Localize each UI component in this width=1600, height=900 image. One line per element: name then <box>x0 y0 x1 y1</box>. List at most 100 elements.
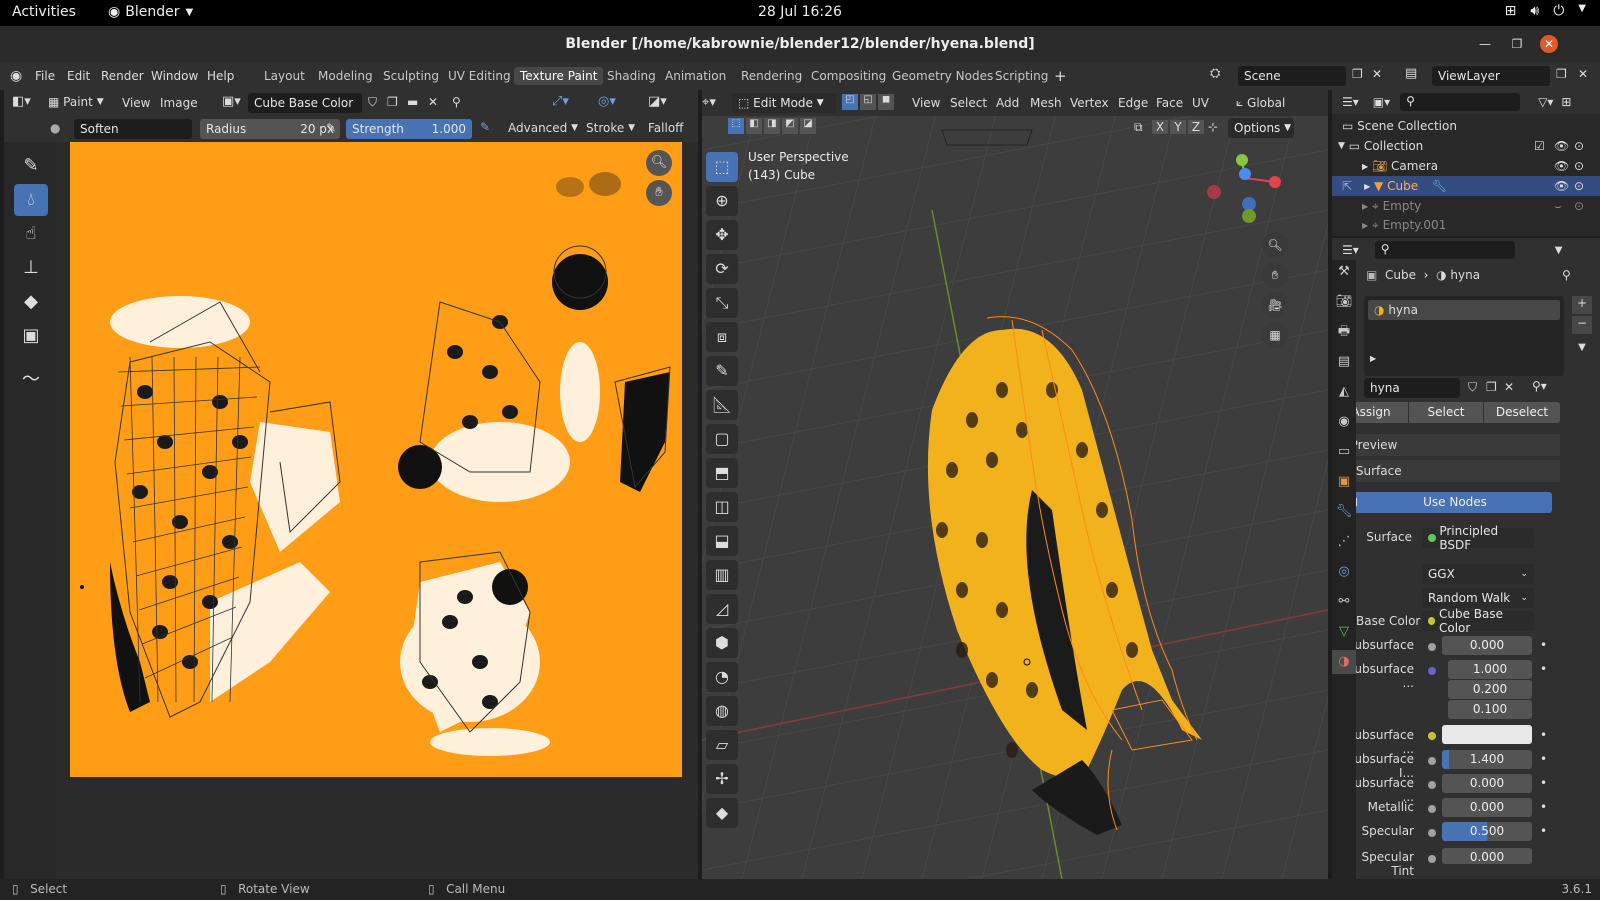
vertex-select-icon[interactable]: ◰ <box>842 94 858 110</box>
delete-scene-icon[interactable]: ✕ <box>1372 67 1382 81</box>
select-intersect-icon[interactable]: ◪ <box>800 118 816 134</box>
mirror-x-toggle[interactable]: X <box>1152 120 1168 134</box>
keyframe-dot-icon[interactable]: • <box>1540 728 1547 742</box>
deselect-button[interactable]: Deselect <box>1484 402 1560 423</box>
pan-hand-icon[interactable]: ✋︎ <box>646 180 672 206</box>
mask-tool-icon[interactable]: ▣ <box>14 320 48 352</box>
base-color-row-label[interactable]: ▶ Base Color <box>1346 614 1422 628</box>
zoom-icon[interactable]: 🔍︎ <box>646 150 672 176</box>
add-workspace-button[interactable]: + <box>1054 67 1067 85</box>
outliner-item-cube[interactable]: ⇱ ▶ ▼ Cube 🔧︎ 👁︎ ⊙ <box>1332 176 1600 196</box>
shear-icon[interactable]: ◆ <box>706 798 738 828</box>
activities-button[interactable]: Activities <box>12 4 76 20</box>
surface-panel-header[interactable]: ⌄ Surface <box>1334 460 1560 482</box>
chevron-down-icon[interactable]: ▼ <box>1578 3 1586 19</box>
data-tab-icon[interactable]: ▽ <box>1332 620 1356 644</box>
strength-field[interactable]: Strength 1.000 <box>346 119 472 139</box>
keyframe-dot-icon[interactable]: • <box>1540 824 1547 838</box>
node-tree-icon[interactable]: ⚲▾ <box>1532 379 1547 393</box>
remove-slot-button[interactable]: − <box>1572 316 1592 334</box>
mirror-z-toggle[interactable]: Z <box>1188 120 1204 134</box>
navigation-gizmo[interactable] <box>1200 150 1290 230</box>
poly-build-icon[interactable]: ⬢ <box>706 628 738 658</box>
use-nodes-button[interactable]: ⊟Use Nodes <box>1342 492 1552 513</box>
editor-type-icon[interactable]: ☰▾ <box>1342 95 1359 109</box>
menu-help[interactable]: Help <box>207 69 234 83</box>
select-button[interactable]: Select <box>1409 402 1483 423</box>
inset-icon[interactable]: ◫ <box>706 492 738 522</box>
knife-icon[interactable]: ◿ <box>706 594 738 624</box>
render-tab-icon[interactable]: 📷︎ <box>1332 290 1356 314</box>
subsurface-color-swatch[interactable] <box>1442 725 1532 744</box>
menu-window[interactable]: Window <box>151 69 198 83</box>
soften-tool-icon[interactable]: 💧︎ <box>14 184 48 216</box>
image-name-field[interactable]: Cube Base Color <box>248 93 362 113</box>
volume-icon[interactable]: 🔊︎ <box>1530 3 1539 19</box>
image-browse-icon[interactable]: ▣▾ <box>222 94 241 109</box>
menu-view[interactable]: View <box>912 96 940 110</box>
unlink-icon[interactable]: ✕ <box>1504 380 1514 394</box>
overlay-icon[interactable]: ◎▾ <box>598 94 616 109</box>
view-layer-tab-icon[interactable]: ▤ <box>1332 350 1356 374</box>
material-slot[interactable]: ◑ hyna <box>1368 300 1560 320</box>
eye-icon[interactable]: 👁︎ <box>1554 159 1569 173</box>
scene-field[interactable]: Scene <box>1238 66 1346 86</box>
material-slot-list[interactable]: ◑ hyna ▶ <box>1364 296 1564 376</box>
display-mode-icon[interactable]: ▣▾ <box>1373 95 1390 109</box>
extrude-icon[interactable]: ⬒ <box>706 458 738 488</box>
cursor-icon[interactable]: ⊕ <box>706 186 738 216</box>
menu-uv[interactable]: UV <box>1192 96 1209 110</box>
edge-select-icon[interactable]: ◱ <box>860 94 876 110</box>
menu-select[interactable]: Select <box>950 96 987 110</box>
chevron-right-icon[interactable]: ▶ <box>1362 162 1368 171</box>
auto-merge-icon[interactable]: ⊹ <box>1208 120 1218 134</box>
move-icon[interactable]: ✥ <box>706 220 738 250</box>
select-extend-icon[interactable]: ◧ <box>746 118 762 134</box>
menu-mesh[interactable]: Mesh <box>1030 96 1062 110</box>
base-color-link[interactable]: Cube Base Color <box>1422 607 1534 635</box>
new-scene-icon[interactable]: ❐ <box>1352 67 1363 81</box>
menu-edit[interactable]: Edit <box>67 69 90 83</box>
tab-uv-editing[interactable]: UV Editing <box>442 67 517 85</box>
preview-panel-header[interactable]: › Preview <box>1334 434 1560 456</box>
maximize-button[interactable]: ❐ <box>1508 35 1526 53</box>
radius-field[interactable]: Radius 20 px <box>200 119 340 139</box>
chevron-right-icon[interactable]: ▶ <box>1364 182 1370 191</box>
vector-socket-icon[interactable] <box>1428 667 1436 675</box>
camera-icon[interactable]: ⊙ <box>1574 139 1584 153</box>
float-socket-icon[interactable] <box>1428 855 1436 863</box>
outliner-item-camera[interactable]: ▶ 📷︎ Camera 👁︎ ⊙ <box>1332 156 1600 176</box>
menu-face[interactable]: Face <box>1156 96 1183 110</box>
annotate-icon[interactable]: ✎ <box>706 356 738 386</box>
power-icon[interactable]: ⏻ <box>1553 3 1564 19</box>
chevron-right-icon[interactable]: ▶ <box>1370 354 1376 363</box>
falloff-dropdown[interactable]: Falloff <box>648 121 683 135</box>
select-box-icon[interactable]: ⬚ <box>706 152 738 182</box>
subsurface-radius-y-field[interactable]: 0.200 <box>1448 680 1532 699</box>
collection-tab-icon[interactable]: ▭ <box>1332 440 1356 464</box>
unlink-image-icon[interactable]: ✕ <box>428 95 438 109</box>
zoom-icon[interactable]: 🔍︎ <box>1262 232 1288 258</box>
select-new-icon[interactable]: ⬚ <box>728 118 744 134</box>
tab-animation[interactable]: Animation <box>659 67 732 85</box>
tab-rendering[interactable]: Rendering <box>735 67 808 85</box>
search-input[interactable]: ⚲ <box>1374 241 1515 259</box>
tab-compositing[interactable]: Compositing <box>805 67 892 85</box>
menu-file[interactable]: File <box>35 69 55 83</box>
float-socket-icon[interactable] <box>1428 805 1436 813</box>
advanced-dropdown[interactable]: Advanced ▼ <box>508 121 578 135</box>
new-image-icon[interactable]: ❐ <box>387 95 398 109</box>
fake-user-icon[interactable]: ⛉ <box>1468 380 1477 395</box>
open-image-icon[interactable]: ▬ <box>407 95 418 109</box>
chevron-right-icon[interactable]: ▶ <box>1362 221 1368 230</box>
editor-type-icon[interactable]: ◧▾ <box>12 94 31 109</box>
select-subtract-icon[interactable]: ◨ <box>764 118 780 134</box>
edge-slide-icon[interactable]: ▱ <box>706 730 738 760</box>
camera-view-icon[interactable]: 🎥︎ <box>1262 292 1288 318</box>
subsurface-method-dropdown[interactable]: Random Walk ⌄ <box>1422 588 1534 608</box>
outliner-item-empty-001[interactable]: ▶ ⌖ Empty.001 <box>1332 216 1600 234</box>
measure-icon[interactable]: 📐︎ <box>706 390 738 420</box>
keyframe-dot-icon[interactable]: • <box>1540 776 1547 790</box>
perspective-grid-icon[interactable]: ▦ <box>1262 322 1288 348</box>
options-dropdown[interactable]: Options ▼ <box>1228 118 1294 138</box>
